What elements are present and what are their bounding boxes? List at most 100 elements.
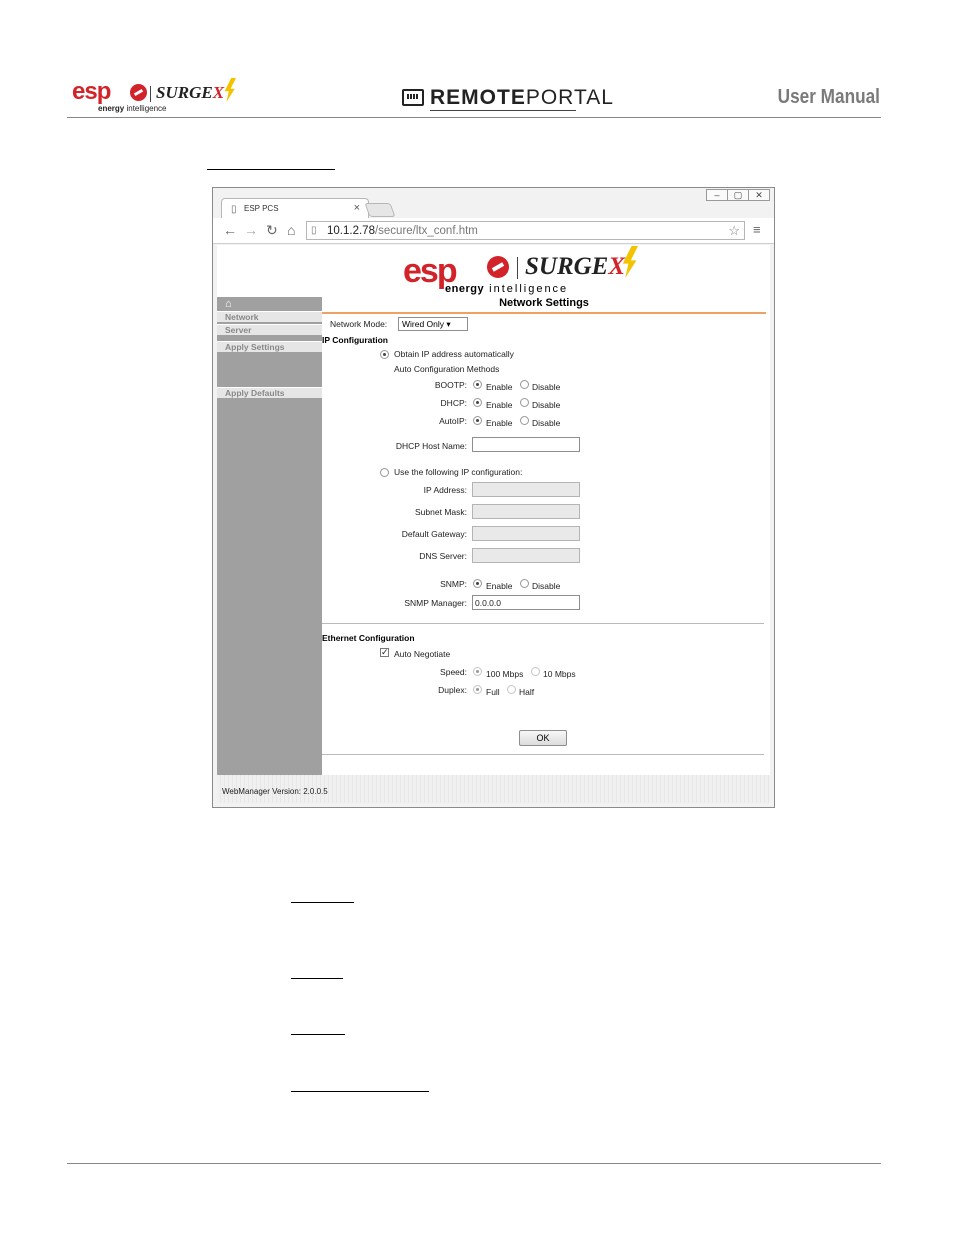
speed-10-radio[interactable] [531,667,540,676]
banner-swirl-icon [487,256,509,278]
sidebar-item-network[interactable]: Network [217,311,322,322]
bootp-disable-radio[interactable] [520,380,529,389]
snmp-manager-input[interactable]: 0.0.0.0 [472,595,580,610]
subnet-mask-label: Subnet Mask: [415,507,467,517]
snmp-manager-label: SNMP Manager: [404,598,467,608]
dns-server-input[interactable] [472,548,580,563]
network-mode-label: Network Mode: [330,319,388,329]
snmp-enable-radio[interactable] [473,579,482,588]
minimize-button[interactable]: ‒ [706,189,728,201]
dhcp-host-name-input[interactable] [472,437,580,452]
page-banner: esp SURGEX energy intelligence [217,245,770,297]
autoip-disable-radio[interactable] [520,416,529,425]
dropdown-arrow-icon: ▾ [446,319,451,329]
footer-rule [67,1163,881,1164]
section-heading-underline [207,169,335,170]
ip-config-heading: IP Configuration [322,335,388,345]
bottom-divider [322,754,764,755]
dhcp-disable-radio[interactable] [520,398,529,407]
close-window-button[interactable]: ✕ [748,189,770,201]
ethernet-config-heading: Ethernet Configuration [322,633,415,643]
header-rule [67,117,881,118]
use-following-label: Use the following IP configuration: [394,467,523,477]
speed-100-label: 100 Mbps [486,669,524,679]
default-gateway-input[interactable] [472,526,580,541]
sidebar-home[interactable]: ⌂ [217,297,322,311]
use-following-radio[interactable] [380,468,389,477]
ip-address-input[interactable] [472,482,580,497]
new-tab-button[interactable] [364,203,396,217]
auto-negotiate-label: Auto Negotiate [394,649,451,659]
duplex-label: Duplex: [438,685,467,695]
autoip-disable-label: Disable [532,418,561,428]
page-icon: ▯ [311,225,317,236]
sidebar-item-apply-settings[interactable]: Apply Settings [217,341,322,352]
snmp-label: SNMP: [440,579,467,589]
bootp-enable-radio[interactable] [473,380,482,389]
browser-tab[interactable]: ▯ ESP PCS × [221,198,369,218]
dhcp-host-name-label: DHCP Host Name: [395,441,467,451]
sidebar-item-server[interactable]: Server [217,324,322,335]
duplex-half-label: Half [519,687,535,697]
dhcp-enable-label: Enable [486,400,513,410]
speed-100-radio[interactable] [473,667,482,676]
page-icon: ▯ [231,204,237,215]
dhcp-label: DHCP: [440,398,467,408]
subnet-mask-input[interactable] [472,504,580,519]
reload-icon[interactable]: ↻ [266,222,278,239]
autoip-enable-label: Enable [486,418,513,428]
banner-surgex-logo: SURGEX [525,253,626,280]
subheading-underline-4 [291,1091,429,1092]
obtain-auto-radio[interactable] [380,350,389,359]
browser-window: ‒ ▢ ✕ ▯ ESP PCS × ← → ↻ ⌂ ▯ 10.1.2.78/se… [212,187,775,808]
duplex-half-radio[interactable] [507,685,516,694]
banner-tagline: energy intelligence [445,283,569,295]
remote-text: REMOTE [430,86,526,109]
tab-close-icon[interactable]: × [354,202,360,214]
title-rule [322,312,766,314]
default-gateway-label: Default Gateway: [401,529,467,539]
duplex-full-label: Full [486,687,500,697]
manual-title: User Manual [777,86,880,108]
network-mode-select[interactable]: Wired Only ▾ [398,317,468,331]
url-text: 10.1.2.78/secure/ltx_conf.htm [327,225,478,237]
bootp-label: BOOTP: [434,380,467,390]
remote-portal-icon [402,89,424,106]
esp-surgex-logo: esp SURGEX energy intelligence [72,78,242,116]
speed-10-label: 10 Mbps [543,669,576,679]
autoip-label: AutoIP: [439,416,467,426]
maximize-button[interactable]: ▢ [727,189,749,201]
menu-icon[interactable]: ≡ [753,222,761,237]
bootp-disable-label: Disable [532,382,561,392]
speed-label: Speed: [440,667,467,677]
home-icon[interactable]: ⌂ [225,298,232,310]
settings-content: Network Settings Network Mode: Wired Onl… [322,297,770,775]
remote-portal-underline [430,110,576,111]
logo-separator [150,86,151,102]
back-arrow-icon[interactable]: ← [223,222,237,238]
remote-portal-logo: REMOTEPORTAL [402,86,613,112]
forward-arrow-icon[interactable]: → [244,222,258,238]
dhcp-enable-radio[interactable] [473,398,482,407]
sidebar: ⌂ Network Server Apply Settings Apply De… [217,297,322,775]
sidebar-item-apply-defaults[interactable]: Apply Defaults [217,387,322,398]
autoip-enable-radio[interactable] [473,416,482,425]
auto-methods-label: Auto Configuration Methods [394,364,500,374]
dhcp-disable-label: Disable [532,400,561,410]
auto-negotiate-checkbox[interactable]: ✓ [380,648,389,657]
surgex-logo-text: SURGEX [156,83,225,102]
bookmark-star-icon[interactable]: ☆ [728,223,740,239]
lightning-bolt-icon [224,78,236,102]
snmp-disable-radio[interactable] [520,579,529,588]
address-bar[interactable]: ▯ 10.1.2.78/secure/ltx_conf.htm ☆ [306,221,745,240]
window-controls: ‒ ▢ ✕ [706,189,770,201]
portal-text: PORTAL [525,86,614,109]
web-page: esp SURGEX energy intelligence ⌂ Network… [217,245,770,775]
energy-intelligence-tagline: energy intelligence [98,104,167,113]
duplex-full-radio[interactable] [473,685,482,694]
subheading-underline-3 [291,1034,345,1035]
banner-separator [517,257,518,279]
page-title: Network Settings [499,297,589,309]
home-icon[interactable]: ⌂ [287,222,295,238]
ok-button[interactable]: OK [519,730,567,746]
